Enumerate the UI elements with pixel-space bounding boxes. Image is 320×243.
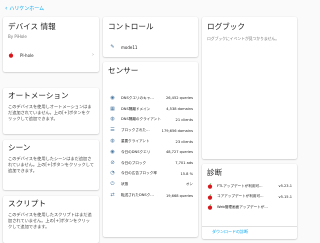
domain-icon: ▦ <box>110 105 115 112</box>
sensor-name: 転送されたDNSク... <box>121 193 154 198</box>
diagnostic-value: v5.15.1 <box>278 194 292 199</box>
sensor-row[interactable]: ◍ DNS隔離のクライアント 21 clients <box>103 115 198 126</box>
script-title: スクリプト <box>8 199 46 208</box>
sensor-row[interactable]: ◉ 今日のDNSクエリ 48,727 queries <box>103 147 198 158</box>
sensor-name: DNS隔離ドメイン <box>121 106 151 111</box>
control-row[interactable]: ✎ mode11 <box>110 42 193 52</box>
logbook-empty-text: ログブックにイベントが見つかりません。 <box>207 35 280 41</box>
back-link-label: ハリケンホーム <box>9 6 45 12</box>
scene-text: このデバイスを使用したシーンはまだ追加されていません。上の[+]ボタンをクリック… <box>8 155 94 173</box>
diagnostic-value: v5.23.1 <box>278 184 292 189</box>
diagnostics-title: 診断 <box>207 168 223 177</box>
percent-icon: ◔ <box>110 170 115 177</box>
sensor-value: 15.8 % <box>180 171 193 176</box>
sensors-card: センサー ◉ DNSクエリのキャ... 26,452 queries ▦ DNS隔離ドメ… <box>103 62 198 237</box>
client-icon: ◍ <box>110 138 115 145</box>
sensor-value: 48,727 queries <box>165 150 193 155</box>
dns-icon: ◉ <box>110 148 115 155</box>
automation-title: オートメーション <box>8 91 69 100</box>
device-page: ‹ ハリケンホーム デバイス 情報 By PiHole PI-hole › オー… <box>0 0 300 243</box>
controls-card: コントロール ✎ mode11 <box>103 17 198 57</box>
sensor-value: オン <box>185 182 193 187</box>
diagnostic-row[interactable]: FTLアップデートが利用可... v5.23.1 <box>202 181 297 192</box>
sensor-value: 26,452 queries <box>165 96 193 101</box>
chevron-left-icon: ‹ <box>5 4 8 12</box>
device-info-subtitle: By PiHole <box>8 33 27 39</box>
sensor-value: 23 clients <box>175 139 193 144</box>
automation-card: オートメーション このデバイスを使用しオートメーションはまだ追加されていません。… <box>3 88 99 134</box>
sensor-name: DNSクエリのキャ... <box>121 95 154 100</box>
sensor-row[interactable]: ◔ 今日の広告ブロック率 15.8 % <box>103 169 198 180</box>
controls-title: コントロール <box>108 22 154 31</box>
sensor-row[interactable]: ▦ DNS隔離ドメイン 4,538 domains <box>103 104 198 115</box>
pihole-logo-icon <box>207 194 213 200</box>
script-card: スクリプト このデバイスを使用したスクリプトはまだ追加されていません。上の[+]… <box>3 196 99 243</box>
diagnostic-name: コアアップデートが利用可... <box>217 194 264 199</box>
automation-text: このデバイスを使用しオートメーションはまだ追加されていません。上の[+]ボタンを… <box>8 103 92 121</box>
logbook-card: ログブック ログブックにイベントが見つかりません。 <box>202 17 297 159</box>
toggle-icon: ✎ <box>110 44 115 50</box>
diagnostic-name: Web管理画面アップデートが... <box>217 204 268 209</box>
diagnostics-list: FTLアップデートが利用可... v5.23.1 コアアップデートが利用可... v5… <box>202 181 297 213</box>
back-link[interactable]: ‹ ハリケンホーム <box>5 5 44 12</box>
sensors-title: センサー <box>108 66 139 75</box>
sensor-name: 今日のDNSクエリ <box>121 149 151 154</box>
sensor-list: ◉ DNSクエリのキャ... 26,452 queries ▦ DNS隔離ドメイン 4,5… <box>103 93 198 201</box>
device-info-title: デバイス 情報 <box>8 22 56 31</box>
download-diagnostics-link[interactable]: ダウンロードの診断 <box>212 229 248 235</box>
sensor-row[interactable]: ☰ ブロックされた... 179,656 domains <box>103 125 198 136</box>
sensor-value: 21 clients <box>175 117 193 122</box>
diagnostic-row[interactable]: Web管理画面アップデートが... <box>202 202 297 213</box>
sensor-name: DNS隔離のクライアント <box>121 117 161 122</box>
sensor-row[interactable]: ⊘ 今日のブロック 7,701 ads <box>103 158 198 169</box>
sensor-name: 重要クライアント <box>121 139 150 144</box>
diagnostics-card: 診断 FTLアップデートが利用可... v5.23.1 コアアップデートが利用可..… <box>202 164 297 239</box>
sensor-name: 状態 <box>121 182 129 187</box>
sensor-row[interactable]: ⏻ 状態 オン <box>103 179 198 190</box>
sensor-name: 今日の広告ブロック率 <box>121 171 157 176</box>
sensor-value: 7,701 ads <box>175 161 193 166</box>
client-icon: ◍ <box>110 116 115 123</box>
scene-card: シーン このデバイスを使用したシーンはまだ追加されていません。上の[+]ボタンを… <box>3 140 99 190</box>
sensor-row[interactable]: ◍ 重要クライアント 23 clients <box>103 136 198 147</box>
sensor-row[interactable]: ⇄ 転送されたDNSク... 19,668 queries <box>103 190 198 201</box>
chevron-right-icon: › <box>92 52 94 58</box>
device-row[interactable]: PI-hole › <box>8 50 94 60</box>
sensor-name: ブロックされた... <box>121 128 150 133</box>
sensor-value: 179,656 domains <box>161 128 193 133</box>
block-icon: ⊘ <box>110 159 115 166</box>
device-name: PI-hole <box>20 52 34 58</box>
diagnostics-divider <box>202 225 297 226</box>
list-icon: ☰ <box>110 127 115 134</box>
sensor-value: 19,668 queries <box>165 193 193 198</box>
sensor-name: 今日のブロック <box>121 160 147 165</box>
pihole-logo-icon <box>207 204 213 210</box>
script-text: このデバイスを使用したスクリプトはまだ追加されていません。上の[+]ボタンをクリ… <box>8 211 92 229</box>
scene-title: シーン <box>8 143 31 152</box>
logbook-title: ログブック <box>207 22 245 31</box>
state-icon: ⏻ <box>110 181 115 188</box>
sensor-row[interactable]: ◉ DNSクエリのキャ... 26,452 queries <box>103 93 198 104</box>
pihole-logo-icon <box>207 183 213 189</box>
forward-icon: ⇄ <box>110 192 115 199</box>
diagnostic-name: FTLアップデートが利用可... <box>217 183 263 188</box>
dns-icon: ◉ <box>110 94 115 101</box>
control-label: mode11 <box>121 44 138 50</box>
device-info-card: デバイス 情報 By PiHole PI-hole › <box>3 17 99 72</box>
pihole-logo-icon <box>8 52 14 58</box>
sensor-value: 4,538 domains <box>166 107 193 112</box>
diagnostic-row[interactable]: コアアップデートが利用可... v5.15.1 <box>202 192 297 203</box>
